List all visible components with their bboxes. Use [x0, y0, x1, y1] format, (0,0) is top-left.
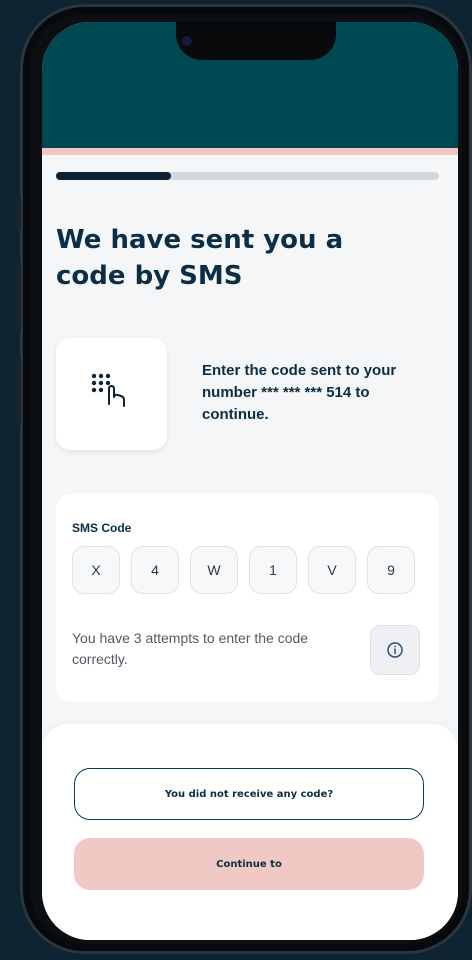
attempts-text: You have 3 attempts to enter the code co… — [72, 630, 309, 667]
page-title: We have sent you a code by SMS — [56, 225, 344, 291]
sms-code-card: SMS Code X 4 W 1 V 9 You have 3 attempts… — [56, 494, 439, 702]
code-input-group: X 4 W 1 V 9 — [72, 546, 415, 594]
code-digit-6[interactable]: 9 — [367, 546, 415, 594]
side-button-volume-up — [16, 262, 21, 332]
progress-bar — [56, 172, 439, 180]
code-digit-3[interactable]: W — [190, 546, 238, 594]
code-digit-5[interactable]: V — [308, 546, 356, 594]
code-digit-4[interactable]: 1 — [249, 546, 297, 594]
notch — [176, 22, 336, 60]
keypad-icon-card — [56, 338, 167, 450]
camera-icon — [182, 36, 192, 46]
sms-code-label: SMS Code — [72, 521, 132, 535]
side-button-volume-down — [16, 356, 21, 426]
continue-button[interactable]: Continue to — [74, 838, 424, 890]
code-digit-2[interactable]: 4 — [131, 546, 179, 594]
progress-fill — [56, 172, 171, 180]
bottom-action-sheet: You did not receive any code? Continue t… — [42, 724, 458, 940]
app-screen: We have sent you a code by SMS Enter the… — [42, 22, 458, 940]
keypad-touch-icon — [91, 373, 125, 407]
side-button-mute — [16, 196, 21, 230]
header-accent-bar — [42, 148, 458, 155]
info-icon — [387, 642, 403, 658]
intro-text: Enter the code sent to your number *** *… — [202, 362, 397, 423]
info-button[interactable] — [370, 625, 420, 675]
no-code-button[interactable]: You did not receive any code? — [74, 768, 424, 820]
code-digit-1[interactable]: X — [72, 546, 120, 594]
